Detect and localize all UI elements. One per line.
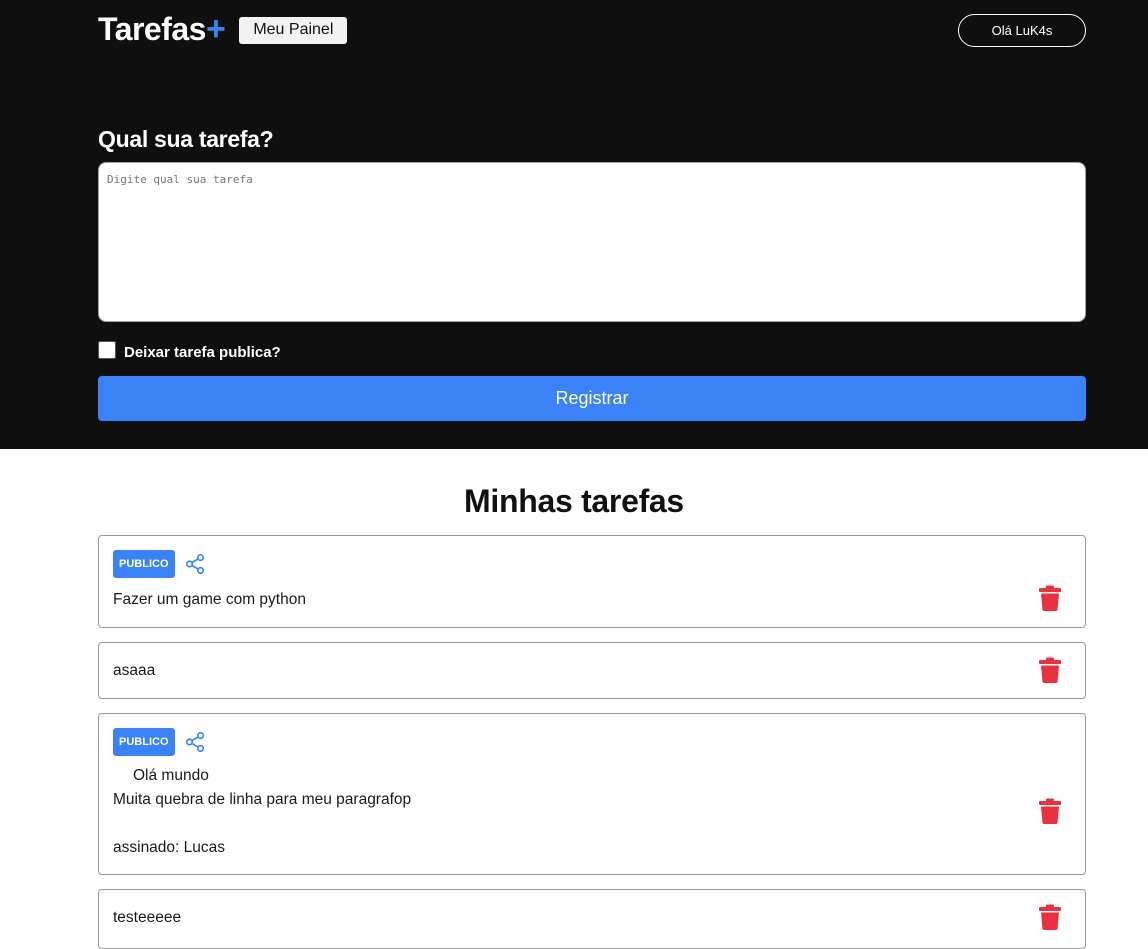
task-tags: PUBLICO <box>113 728 206 756</box>
task-textarea[interactable] <box>98 162 1086 322</box>
task-card: PUBLICO Fazer um game com python <box>98 535 1086 628</box>
task-line: Muita quebra de linha para meu paragrafo… <box>113 791 412 808</box>
trash-icon[interactable] <box>1039 904 1061 930</box>
trash-icon[interactable] <box>1039 585 1061 611</box>
logo-text: Tarefas <box>98 10 206 47</box>
task-tags: PUBLICO <box>113 550 206 578</box>
task-card: asaaa <box>98 642 1086 699</box>
tasks-section-title: Minhas tarefas <box>464 483 684 519</box>
public-badge: PUBLICO <box>113 550 175 578</box>
trash-icon[interactable] <box>1039 657 1061 683</box>
user-button[interactable]: Olá LuK4s <box>958 13 1086 47</box>
top-header: Tarefas+ Meu Painel Olá LuK4s <box>98 0 1086 60</box>
hero-section: Tarefas+ Meu Painel Olá LuK4s Qual sua t… <box>0 0 1148 449</box>
task-text: asaaa <box>113 659 155 683</box>
public-badge: PUBLICO <box>113 728 175 756</box>
public-checkbox-label[interactable]: Deixar tarefa publica? <box>124 344 281 361</box>
task-line: asaaa <box>113 662 156 679</box>
task-text: testeeeee <box>113 906 181 930</box>
task-text: Fazer um game com python <box>113 588 306 612</box>
task-line: Olá mundo <box>133 767 209 784</box>
task-line: Fazer um game com python <box>113 591 306 608</box>
share-icon[interactable] <box>184 731 206 753</box>
task-line-blank <box>113 812 411 836</box>
register-button[interactable]: Registrar <box>98 376 1086 421</box>
share-icon[interactable] <box>184 553 206 575</box>
brand: Tarefas+ Meu Painel <box>98 9 348 50</box>
task-line: testeeeee <box>113 909 182 926</box>
meu-painel-button[interactable]: Meu Painel <box>239 16 348 44</box>
logo[interactable]: Tarefas+ <box>98 9 226 49</box>
public-checkbox[interactable] <box>98 341 116 359</box>
task-card: testeeeee <box>98 889 1086 949</box>
task-card: PUBLICO Olá mundo Muita quebra de linha … <box>98 713 1086 875</box>
public-checkbox-row: Deixar tarefa publica? <box>98 340 1086 361</box>
form-title: Qual sua tarefa? <box>98 126 274 152</box>
task-line: assinado: Lucas <box>113 839 226 856</box>
task-text: Olá mundo Muita quebra de linha para meu… <box>113 764 411 860</box>
trash-icon[interactable] <box>1039 798 1061 824</box>
logo-plus: + <box>205 9 226 48</box>
